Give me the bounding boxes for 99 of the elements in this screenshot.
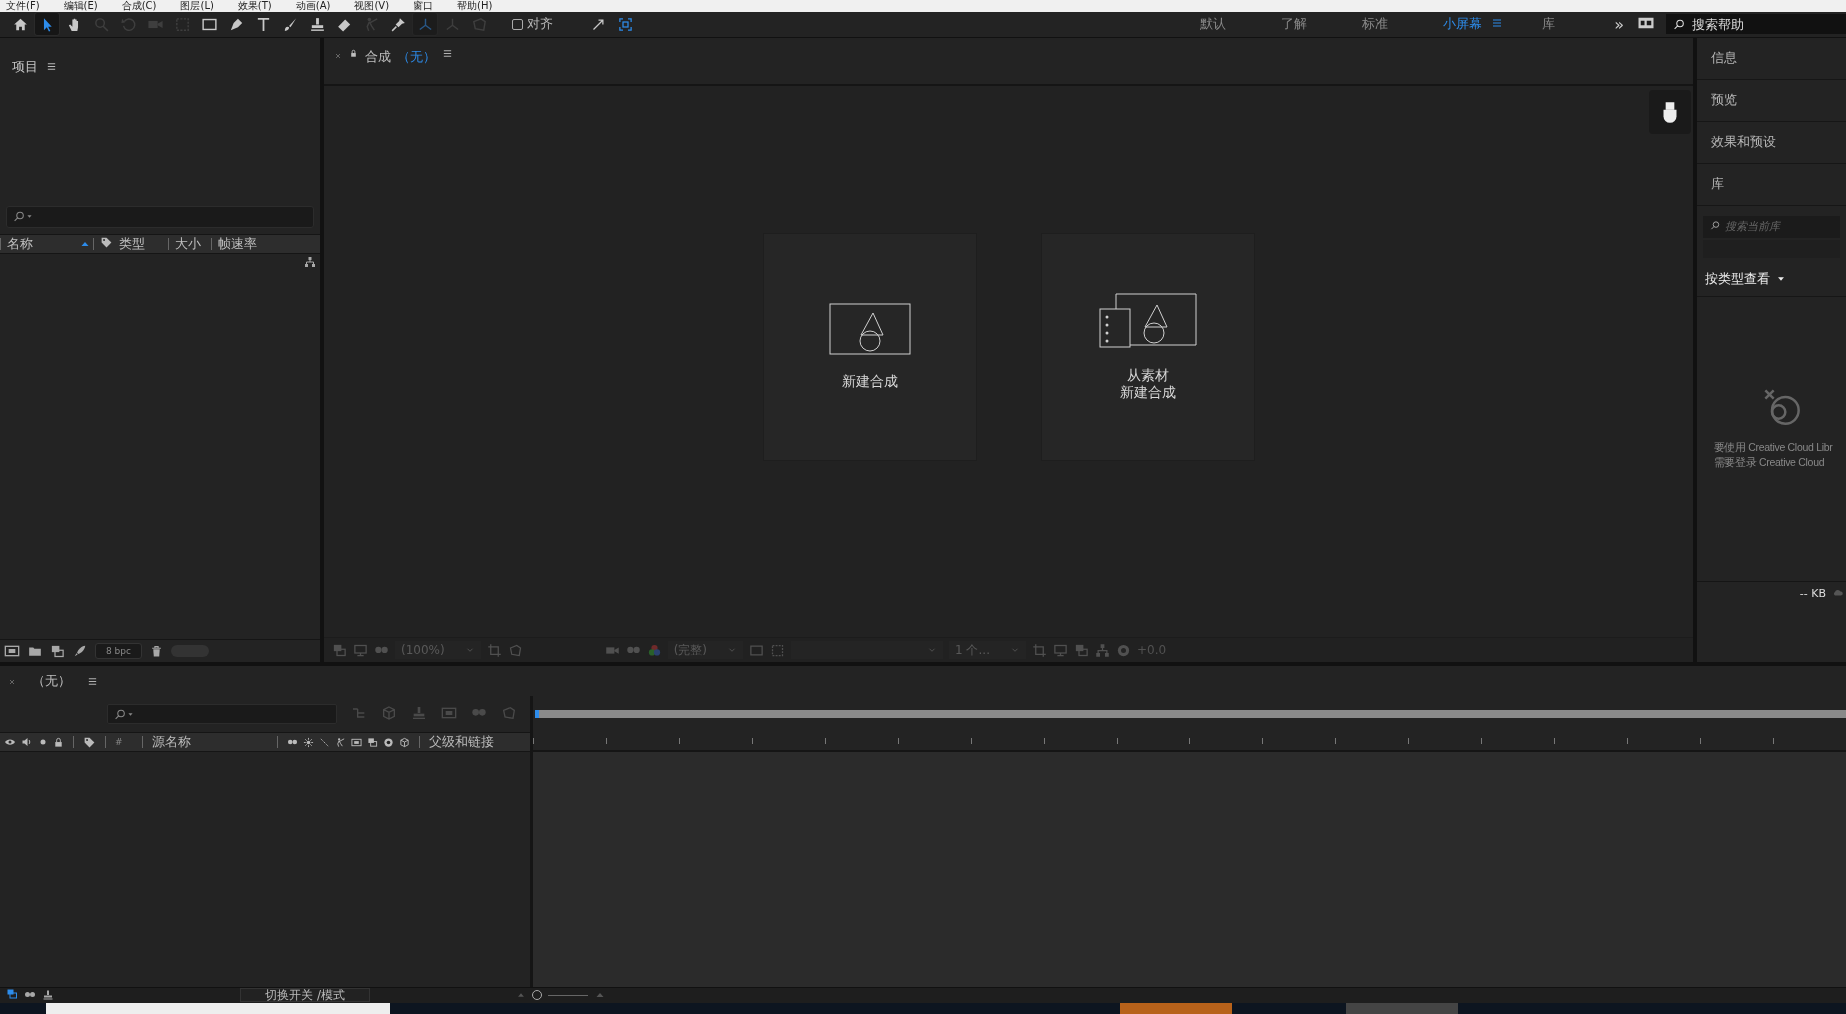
overflow-button[interactable]: » [1614, 14, 1624, 34]
library-message: 需要登录 Creative Cloud [1712, 454, 1826, 470]
rectangle-icon [749, 642, 765, 658]
menu-item[interactable]: 文件(F) [6, 0, 40, 12]
menu-item[interactable]: 图层(L) [180, 0, 214, 12]
panel-title[interactable]: 预览 [1711, 91, 1737, 110]
snap-label: 对齐 [527, 15, 553, 34]
monitor-icon [1052, 642, 1068, 658]
tree-icon [304, 255, 316, 268]
panel-title[interactable]: 库 [1711, 175, 1724, 194]
figure-icon [335, 736, 346, 748]
sun-icon [303, 736, 314, 748]
view-by-type-dropdown[interactable]: 按类型查看 [1705, 269, 1770, 288]
lock2-icon [348, 47, 359, 59]
search-icon [1673, 18, 1686, 32]
menu-item[interactable]: 合成(C) [121, 0, 157, 12]
caret-icon [26, 213, 33, 221]
panel-title[interactable]: 效果和预设 [1711, 133, 1776, 152]
library-search-field[interactable]: 搜索当前库 [1703, 215, 1840, 238]
trash-icon [149, 644, 163, 658]
menu-icon [87, 675, 98, 687]
dashed-square-icon [173, 15, 191, 33]
workspace-tab[interactable]: 默认 [1174, 15, 1253, 34]
cube-icon [399, 736, 410, 748]
tag-icon [83, 735, 96, 749]
time-navigator-bar[interactable] [535, 710, 1846, 719]
bit-depth-button[interactable]: 8 bpc [95, 643, 142, 660]
library-message: 要使用 Creative Cloud Libr [1712, 439, 1833, 455]
aperture-icon [383, 736, 394, 748]
menu-item[interactable]: 帮助(H) [457, 0, 493, 12]
layer-number-header: # [115, 737, 124, 748]
column-header[interactable]: 类型 [119, 236, 145, 251]
timeline-tab[interactable]: （无） [32, 672, 71, 691]
panel-title[interactable]: 信息 [1711, 49, 1737, 68]
panel-title[interactable]: 项目 [12, 57, 38, 76]
close-icon [334, 51, 342, 60]
menu-item[interactable]: 窗口 [413, 0, 434, 12]
toggle-switches-modes-button[interactable]: 切换开关 /模式 [240, 988, 370, 1003]
crop-icon [486, 642, 502, 658]
search-icon [114, 707, 127, 721]
project-search-field[interactable] [6, 205, 314, 228]
new-composition-card[interactable]: 新建合成 [762, 232, 977, 461]
monitor-icon [353, 642, 368, 658]
new-from-footage-card[interactable]: 从素材 新建合成 [1040, 232, 1255, 461]
menu-item[interactable]: 编辑(E) [63, 0, 98, 12]
help-search-field[interactable]: 搜索帮助 [1666, 14, 1846, 35]
storage-label: -- KB [1799, 586, 1826, 600]
search-icon [1710, 219, 1721, 231]
lock-icon [53, 736, 64, 748]
workspace-tab[interactable]: 小屏幕 [1417, 15, 1509, 34]
source-name-header[interactable]: 源名称 [152, 733, 268, 752]
plane-icon [501, 704, 517, 721]
menu-item[interactable]: 视图(V) [354, 0, 390, 12]
menu-item[interactable]: 效果(T) [237, 0, 272, 12]
menu-icon [1491, 16, 1504, 29]
parent-link-header[interactable]: 父级和链接 [429, 733, 494, 752]
search-icon [13, 210, 26, 224]
magnifier-icon [92, 15, 110, 33]
plane-icon [470, 15, 488, 33]
frame-icon [617, 16, 633, 32]
column-header[interactable]: 大小 [175, 236, 201, 251]
menu-icon [46, 61, 57, 73]
crop-icon [1031, 642, 1047, 658]
shapes-frame-icon [828, 303, 911, 356]
layers-icon [6, 988, 18, 1000]
layers-icon [332, 642, 347, 658]
stamp-icon [42, 989, 54, 1002]
card-label: 新建合成 [841, 373, 898, 391]
workspace-tab[interactable]: 库 [1516, 15, 1582, 34]
cube-icon [381, 704, 397, 721]
film-icon [351, 736, 362, 748]
stamp-icon [308, 15, 326, 33]
close-icon [8, 677, 16, 686]
layers-icon [50, 643, 65, 659]
snap-checkbox[interactable] [512, 18, 523, 30]
aperture-icon [1115, 642, 1131, 658]
stamp-icon [411, 704, 427, 721]
rotate-icon [119, 15, 137, 33]
workspace-tab[interactable]: 了解 [1255, 15, 1334, 34]
workspace-tab[interactable]: 标准 [1336, 15, 1415, 34]
layers-icon [367, 736, 378, 748]
dashed-square-icon [770, 642, 786, 658]
column-header[interactable]: 名称 [7, 236, 33, 251]
composition-name: （无） [397, 47, 436, 66]
menu-icon [442, 47, 453, 59]
layers-icon [1073, 642, 1089, 658]
usb-overlay-button[interactable] [1649, 89, 1691, 134]
caret-icon [127, 710, 134, 718]
menu-item[interactable]: 动画(A) [295, 0, 331, 12]
plane-icon [507, 642, 523, 658]
film-and-shapes-icon [1098, 292, 1197, 349]
arrow-tool-button[interactable] [35, 13, 59, 36]
layer-search-field[interactable] [107, 704, 337, 725]
tree-icon [1094, 642, 1110, 658]
speaker-icon [21, 736, 33, 749]
composition-tab[interactable]: 合成 [365, 47, 391, 66]
card-label: 从素材 新建合成 [1119, 366, 1176, 401]
rgb-icon [646, 642, 662, 658]
column-header[interactable]: 帧速率 [218, 236, 257, 251]
